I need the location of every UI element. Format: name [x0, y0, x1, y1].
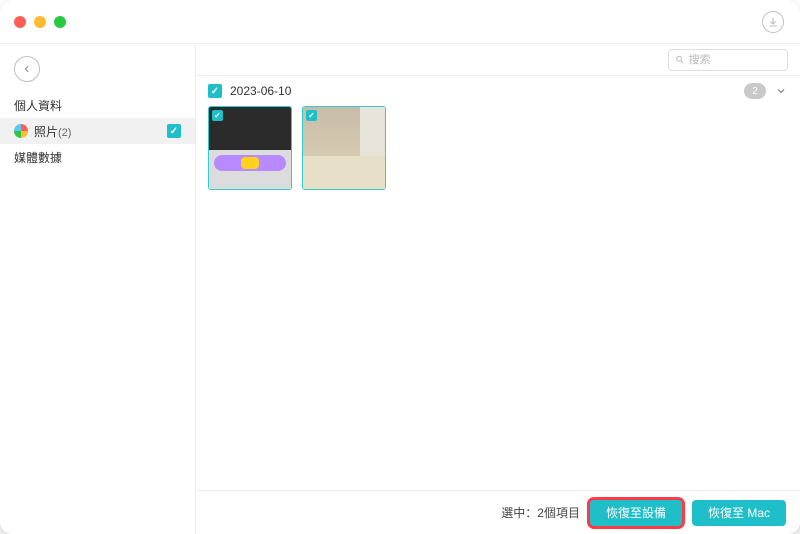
restore-to-device-button[interactable]: 恢復至設備 [590, 500, 682, 526]
check-icon[interactable]: ✓ [167, 124, 181, 138]
thumb-check-icon[interactable]: ✓ [212, 110, 223, 121]
main: ✓ 2023-06-10 2 ✓ ✓ 選中：2個項目 [196, 44, 800, 534]
thumbnails: ✓ ✓ [196, 106, 800, 202]
group-date: 2023-06-10 [230, 84, 291, 98]
titlebar [0, 0, 800, 44]
chevron-down-icon[interactable] [774, 85, 788, 97]
footer: 選中：2個項目 恢復至設備 恢復至 Mac [196, 490, 800, 534]
group-count-badge: 2 [744, 83, 766, 99]
download-icon[interactable] [762, 11, 784, 33]
sidebar-item-label: 照片(2) [34, 123, 167, 140]
sidebar-item-label: 個人資料 [14, 97, 181, 114]
sidebar-item-profile[interactable]: 個人資料 [0, 92, 195, 118]
sidebar-item-media[interactable]: 媒體數據 [0, 144, 195, 170]
sidebar: 個人資料 照片(2) ✓ 媒體數據 [0, 44, 196, 534]
back-button[interactable] [14, 56, 40, 82]
photos-icon [14, 124, 28, 138]
search-field[interactable] [689, 54, 781, 66]
search-input[interactable] [668, 49, 788, 71]
thumb-check-icon[interactable]: ✓ [306, 110, 317, 121]
app-window: 個人資料 照片(2) ✓ 媒體數據 ✓ [0, 0, 800, 534]
selection-status: 選中：2個項目 [501, 504, 580, 521]
restore-to-mac-button[interactable]: 恢復至 Mac [692, 500, 786, 526]
photo-thumbnail[interactable]: ✓ [302, 106, 386, 190]
close-icon[interactable] [14, 16, 26, 28]
group-header: ✓ 2023-06-10 2 [196, 76, 800, 106]
search-icon [675, 54, 685, 65]
zoom-icon[interactable] [54, 16, 66, 28]
sidebar-item-photos[interactable]: 照片(2) ✓ [0, 118, 195, 144]
window-controls [14, 16, 66, 28]
topbar [196, 44, 800, 76]
sidebar-item-label: 媒體數據 [14, 149, 181, 166]
body: 個人資料 照片(2) ✓ 媒體數據 ✓ [0, 44, 800, 534]
minimize-icon[interactable] [34, 16, 46, 28]
group-checkbox[interactable]: ✓ [208, 84, 222, 98]
photo-thumbnail[interactable]: ✓ [208, 106, 292, 190]
